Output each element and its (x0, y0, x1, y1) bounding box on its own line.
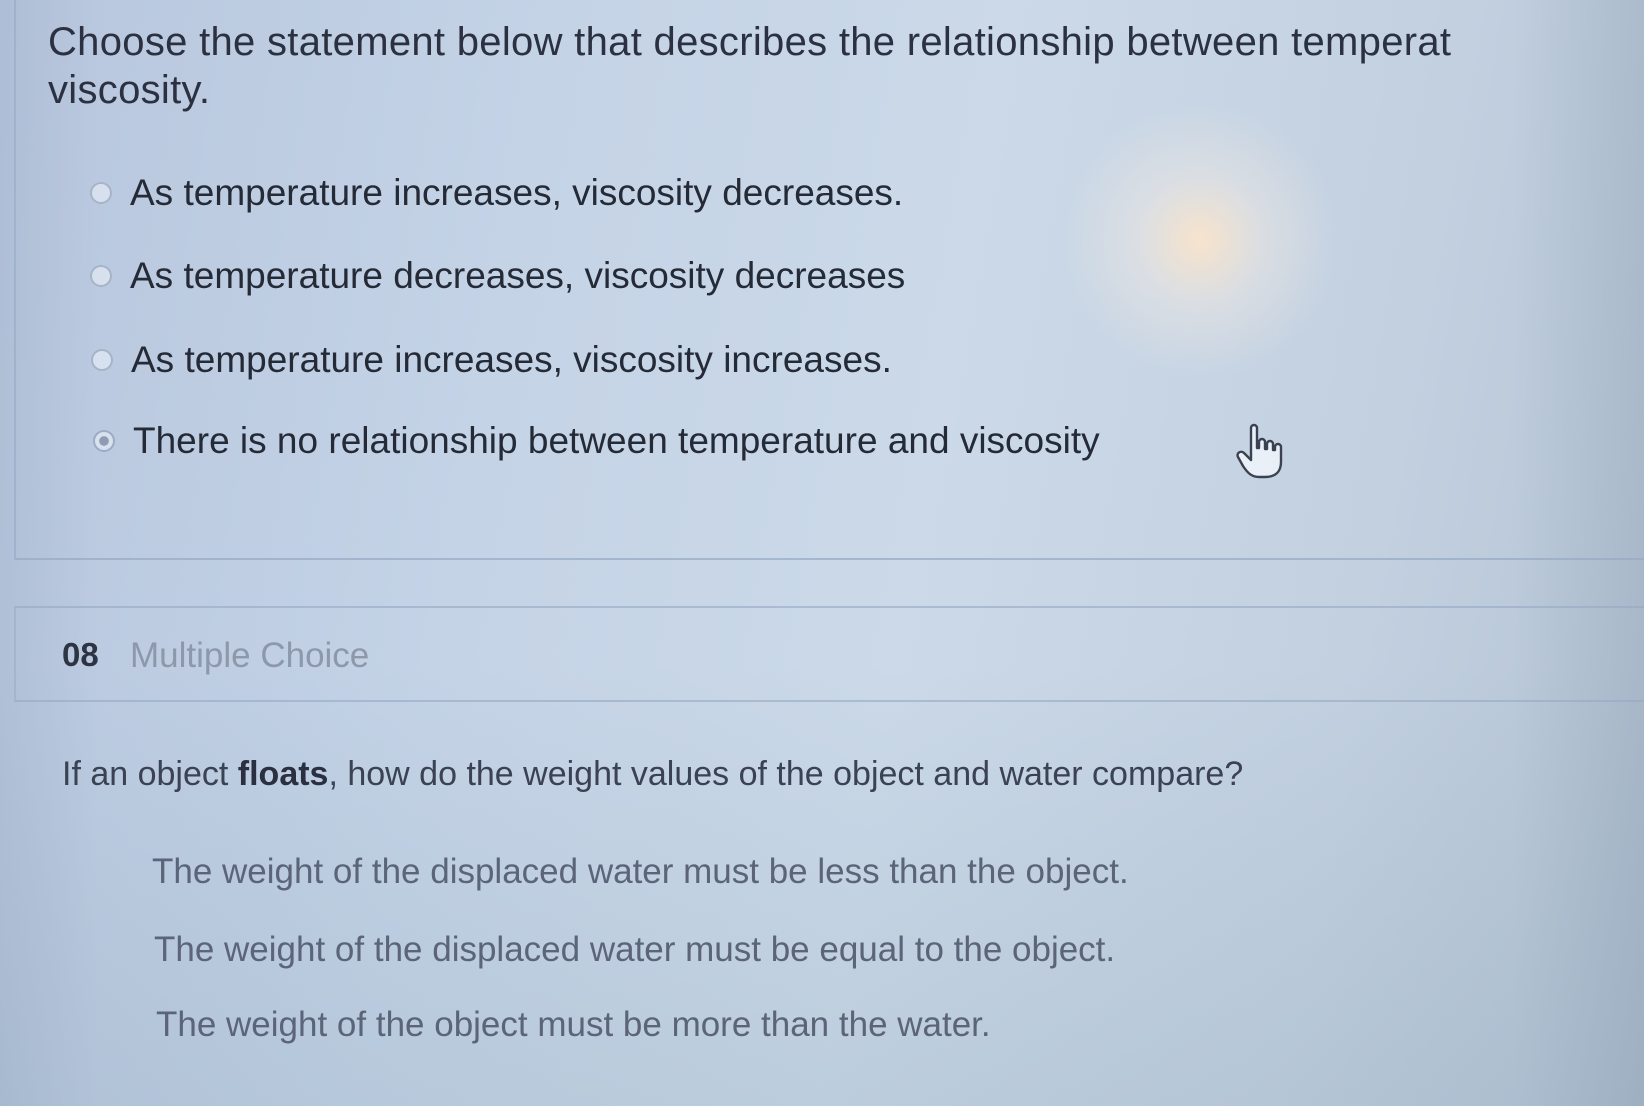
question-8-option-1[interactable]: The weight of the displaced water must b… (152, 852, 1129, 892)
question-7-option-4[interactable]: There is no relationship between tempera… (93, 420, 1100, 462)
question-8-option-3[interactable]: The weight of the object must be more th… (156, 1005, 991, 1045)
question-8-prompt: If an object floats, how do the weight v… (62, 755, 1243, 794)
radio-button[interactable] (90, 182, 112, 204)
prompt-text-after: , how do the weight values of the object… (328, 755, 1244, 793)
hand-pointer-icon (1236, 423, 1283, 479)
prompt-text-bold: floats (237, 755, 329, 793)
prompt-text-before: If an object (62, 755, 238, 793)
radio-button[interactable] (91, 349, 113, 371)
option-label: There is no relationship between tempera… (133, 420, 1100, 461)
question-8-option-2[interactable]: The weight of the displaced water must b… (154, 930, 1115, 970)
question-7-option-3[interactable]: As temperature increases, viscosity incr… (91, 339, 892, 381)
option-label: As temperature increases, viscosity incr… (131, 339, 892, 380)
question-type: Multiple Choice (130, 636, 370, 675)
question-7-prompt-line-1: Choose the statement below that describe… (48, 20, 1452, 64)
question-7-prompt: Choose the statement below that describe… (48, 18, 1644, 114)
question-7-prompt-line-2: viscosity. (48, 68, 211, 112)
question-number: 08 (62, 636, 99, 673)
question-8-header: 08 Multiple Choice (14, 606, 1644, 702)
radio-button[interactable] (90, 265, 112, 287)
question-7-option-2[interactable]: As temperature decreases, viscosity decr… (90, 255, 905, 297)
question-7-option-1[interactable]: As temperature increases, viscosity decr… (90, 172, 903, 214)
option-label: As temperature decreases, viscosity decr… (130, 255, 906, 296)
radio-button-selected[interactable] (93, 430, 115, 452)
option-label: As temperature increases, viscosity decr… (130, 172, 904, 213)
